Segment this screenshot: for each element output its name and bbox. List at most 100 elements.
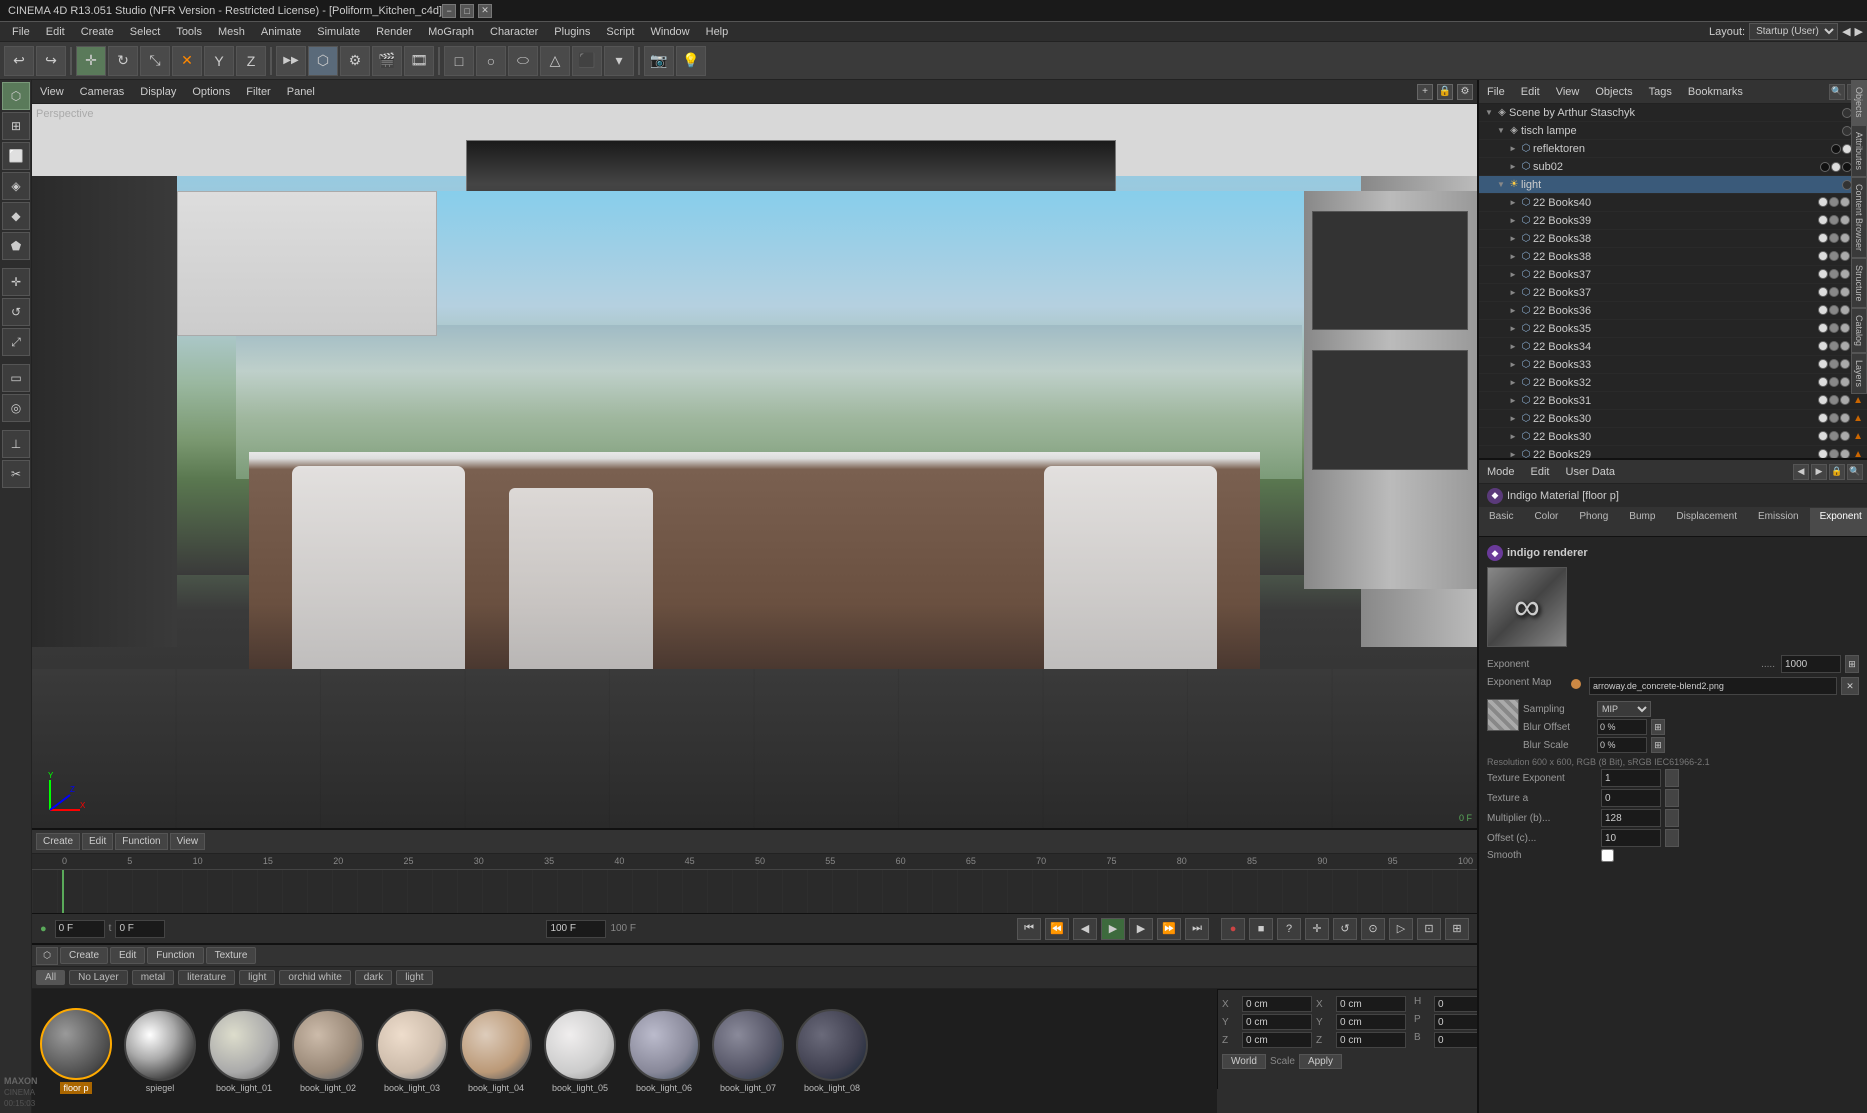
side-tab-structure[interactable]: Structure <box>1851 258 1867 309</box>
tree-arrow-scene[interactable]: ▼ <box>1483 107 1495 119</box>
menu-help[interactable]: Help <box>698 24 737 40</box>
material-book-light-07[interactable]: book_light_07 <box>708 1009 788 1093</box>
material-floor-p[interactable]: floor p <box>36 1008 116 1094</box>
multiplier-stepper[interactable] <box>1665 809 1679 827</box>
material-ball-floor-p[interactable] <box>40 1008 112 1080</box>
mat-create-btn[interactable]: Create <box>60 947 108 964</box>
attr-nav-left[interactable]: ◀ <box>1793 464 1809 480</box>
tree-item-22-books34-8[interactable]: ► ⬡ 22 Books34 ▲ <box>1479 338 1867 356</box>
material-ball-book3[interactable] <box>376 1009 448 1081</box>
minimize-button[interactable]: − <box>442 4 456 18</box>
menu-window[interactable]: Window <box>643 24 698 40</box>
menu-edit[interactable]: Edit <box>38 24 73 40</box>
mat-filter-orchid[interactable]: orchid white <box>279 970 350 985</box>
material-spiegel[interactable]: spiegel <box>120 1009 200 1093</box>
vp-menu-view[interactable]: View <box>36 84 68 100</box>
tree-arrow-book-14[interactable]: ► <box>1507 449 1519 459</box>
obj-menu-objects[interactable]: Objects <box>1591 84 1636 100</box>
vp-lock-button[interactable]: 🔒 <box>1437 84 1453 100</box>
tree-arrow-light[interactable]: ▼ <box>1495 179 1507 191</box>
attr-tab-color[interactable]: Color <box>1524 508 1569 536</box>
menu-character[interactable]: Character <box>482 24 546 40</box>
mat-edit-btn[interactable]: Edit <box>110 947 145 964</box>
offset-field[interactable] <box>1601 829 1661 847</box>
timeline-extra-1[interactable]: ⊙ <box>1361 918 1385 940</box>
material-book-light-03[interactable]: book_light_03 <box>372 1009 452 1093</box>
tree-item-22-books30-13[interactable]: ► ⬡ 22 Books30 ▲ <box>1479 428 1867 446</box>
vp-menu-panel[interactable]: Panel <box>283 84 319 100</box>
material-book-light-06[interactable]: book_light_06 <box>624 1009 704 1093</box>
x-position-field[interactable] <box>1242 996 1312 1012</box>
box-tool[interactable]: □ <box>444 46 474 76</box>
go-start-button[interactable]: ⏮ <box>1017 918 1041 940</box>
tree-arrow-book-1[interactable]: ► <box>1507 215 1519 227</box>
keyframe-field[interactable] <box>115 920 165 938</box>
record-stop-button[interactable]: ■ <box>1249 918 1273 940</box>
tree-arrow-book-13[interactable]: ► <box>1507 431 1519 443</box>
vp-expand-button[interactable]: + <box>1417 84 1433 100</box>
multiplier-field[interactable] <box>1601 809 1661 827</box>
menu-create[interactable]: Create <box>73 24 122 40</box>
tree-item-tisch-lampe[interactable]: ▼ ◈ tisch lampe <box>1479 122 1867 140</box>
menu-script[interactable]: Script <box>598 24 642 40</box>
tree-arrow-book-9[interactable]: ► <box>1507 359 1519 371</box>
indigo-preview-ball[interactable]: ∞ <box>1487 567 1567 647</box>
transform-tool[interactable]: ✕ <box>172 46 202 76</box>
tree-arrow-book-12[interactable]: ► <box>1507 413 1519 425</box>
tree-arrow-rfl[interactable]: ► <box>1507 143 1519 155</box>
tl-edit-btn[interactable]: Edit <box>82 833 113 850</box>
attr-menu-edit[interactable]: Edit <box>1527 464 1554 480</box>
tl-function-btn[interactable]: Function <box>115 833 167 850</box>
menu-render[interactable]: Render <box>368 24 420 40</box>
y-position-field[interactable] <box>1242 1014 1312 1030</box>
selection-tool-z[interactable]: Z <box>236 46 266 76</box>
attr-tab-displacement[interactable]: Displacement <box>1666 508 1748 536</box>
viewport-canvas[interactable]: X Y Z Perspective 0 F <box>32 104 1477 828</box>
tl-create-btn[interactable]: Create <box>36 833 80 850</box>
next-frame-button[interactable]: ▶ <box>1129 918 1153 940</box>
layout-nav-left[interactable]: ◀ <box>1842 25 1850 38</box>
side-tab-layers[interactable]: Layers <box>1851 353 1867 394</box>
knife-tool[interactable]: ✂ <box>2 460 30 488</box>
material-book-light-02[interactable]: book_light_02 <box>288 1009 368 1093</box>
cone-tool[interactable]: △ <box>540 46 570 76</box>
menu-simulate[interactable]: Simulate <box>309 24 368 40</box>
mat-filter-light2[interactable]: light <box>396 970 432 985</box>
timeline-extra-3[interactable]: ⊡ <box>1417 918 1441 940</box>
edge-mode[interactable]: ⬜ <box>2 142 30 170</box>
polygon-mode[interactable]: ◆ <box>2 202 30 230</box>
obj-search-button[interactable]: 🔍 <box>1829 84 1845 100</box>
cylinder-tool[interactable]: ⬭ <box>508 46 538 76</box>
tree-arrow-book-8[interactable]: ► <box>1507 341 1519 353</box>
selection-rect[interactable]: ▭ <box>2 364 30 392</box>
tree-arrow-book-4[interactable]: ► <box>1507 269 1519 281</box>
tree-item-reflektoren[interactable]: ► ⬡ reflektoren <box>1479 140 1867 158</box>
tree-arrow-book-3[interactable]: ► <box>1507 251 1519 263</box>
edge-cut-mode[interactable]: ⬟ <box>2 232 30 260</box>
selection-tool-y[interactable]: Y <box>204 46 234 76</box>
material-ball-book6[interactable] <box>628 1009 700 1081</box>
apply-button[interactable]: Apply <box>1299 1054 1342 1069</box>
obj-menu-tags[interactable]: Tags <box>1645 84 1676 100</box>
tree-item-22-books37-5[interactable]: ► ⬡ 22 Books37 ▲ <box>1479 284 1867 302</box>
world-button[interactable]: World <box>1222 1054 1266 1069</box>
sampling-dropdown[interactable]: MIP Nearest Bilinear <box>1597 701 1651 717</box>
plane-tool[interactable]: ⬛ <box>572 46 602 76</box>
side-tab-objects[interactable]: Objects <box>1851 80 1867 125</box>
scale-tool-left[interactable]: ⤢ <box>2 328 30 356</box>
material-ball-spiegel[interactable] <box>124 1009 196 1081</box>
layout-dropdown[interactable]: Startup (User) <box>1749 23 1838 40</box>
tree-item-22-books39-1[interactable]: ► ⬡ 22 Books39 ▲ <box>1479 212 1867 230</box>
timeline-extra-4[interactable]: ⊞ <box>1445 918 1469 940</box>
blur-offset-field[interactable] <box>1597 719 1647 735</box>
material-ball-book2[interactable] <box>292 1009 364 1081</box>
mat-filter-nolayer[interactable]: No Layer <box>69 970 128 985</box>
render-view-btn[interactable]: ▶▶ <box>276 46 306 76</box>
move-keys-button[interactable]: ✛ <box>1305 918 1329 940</box>
undo-button[interactable]: ↩ <box>4 46 34 76</box>
exponent-map-clear-button[interactable]: ✕ <box>1841 677 1859 695</box>
menu-select[interactable]: Select <box>122 24 169 40</box>
render-settings-btn[interactable]: ⚙ <box>340 46 370 76</box>
tree-arrow-sub02[interactable]: ► <box>1507 161 1519 173</box>
x-rotation-field[interactable] <box>1336 996 1406 1012</box>
